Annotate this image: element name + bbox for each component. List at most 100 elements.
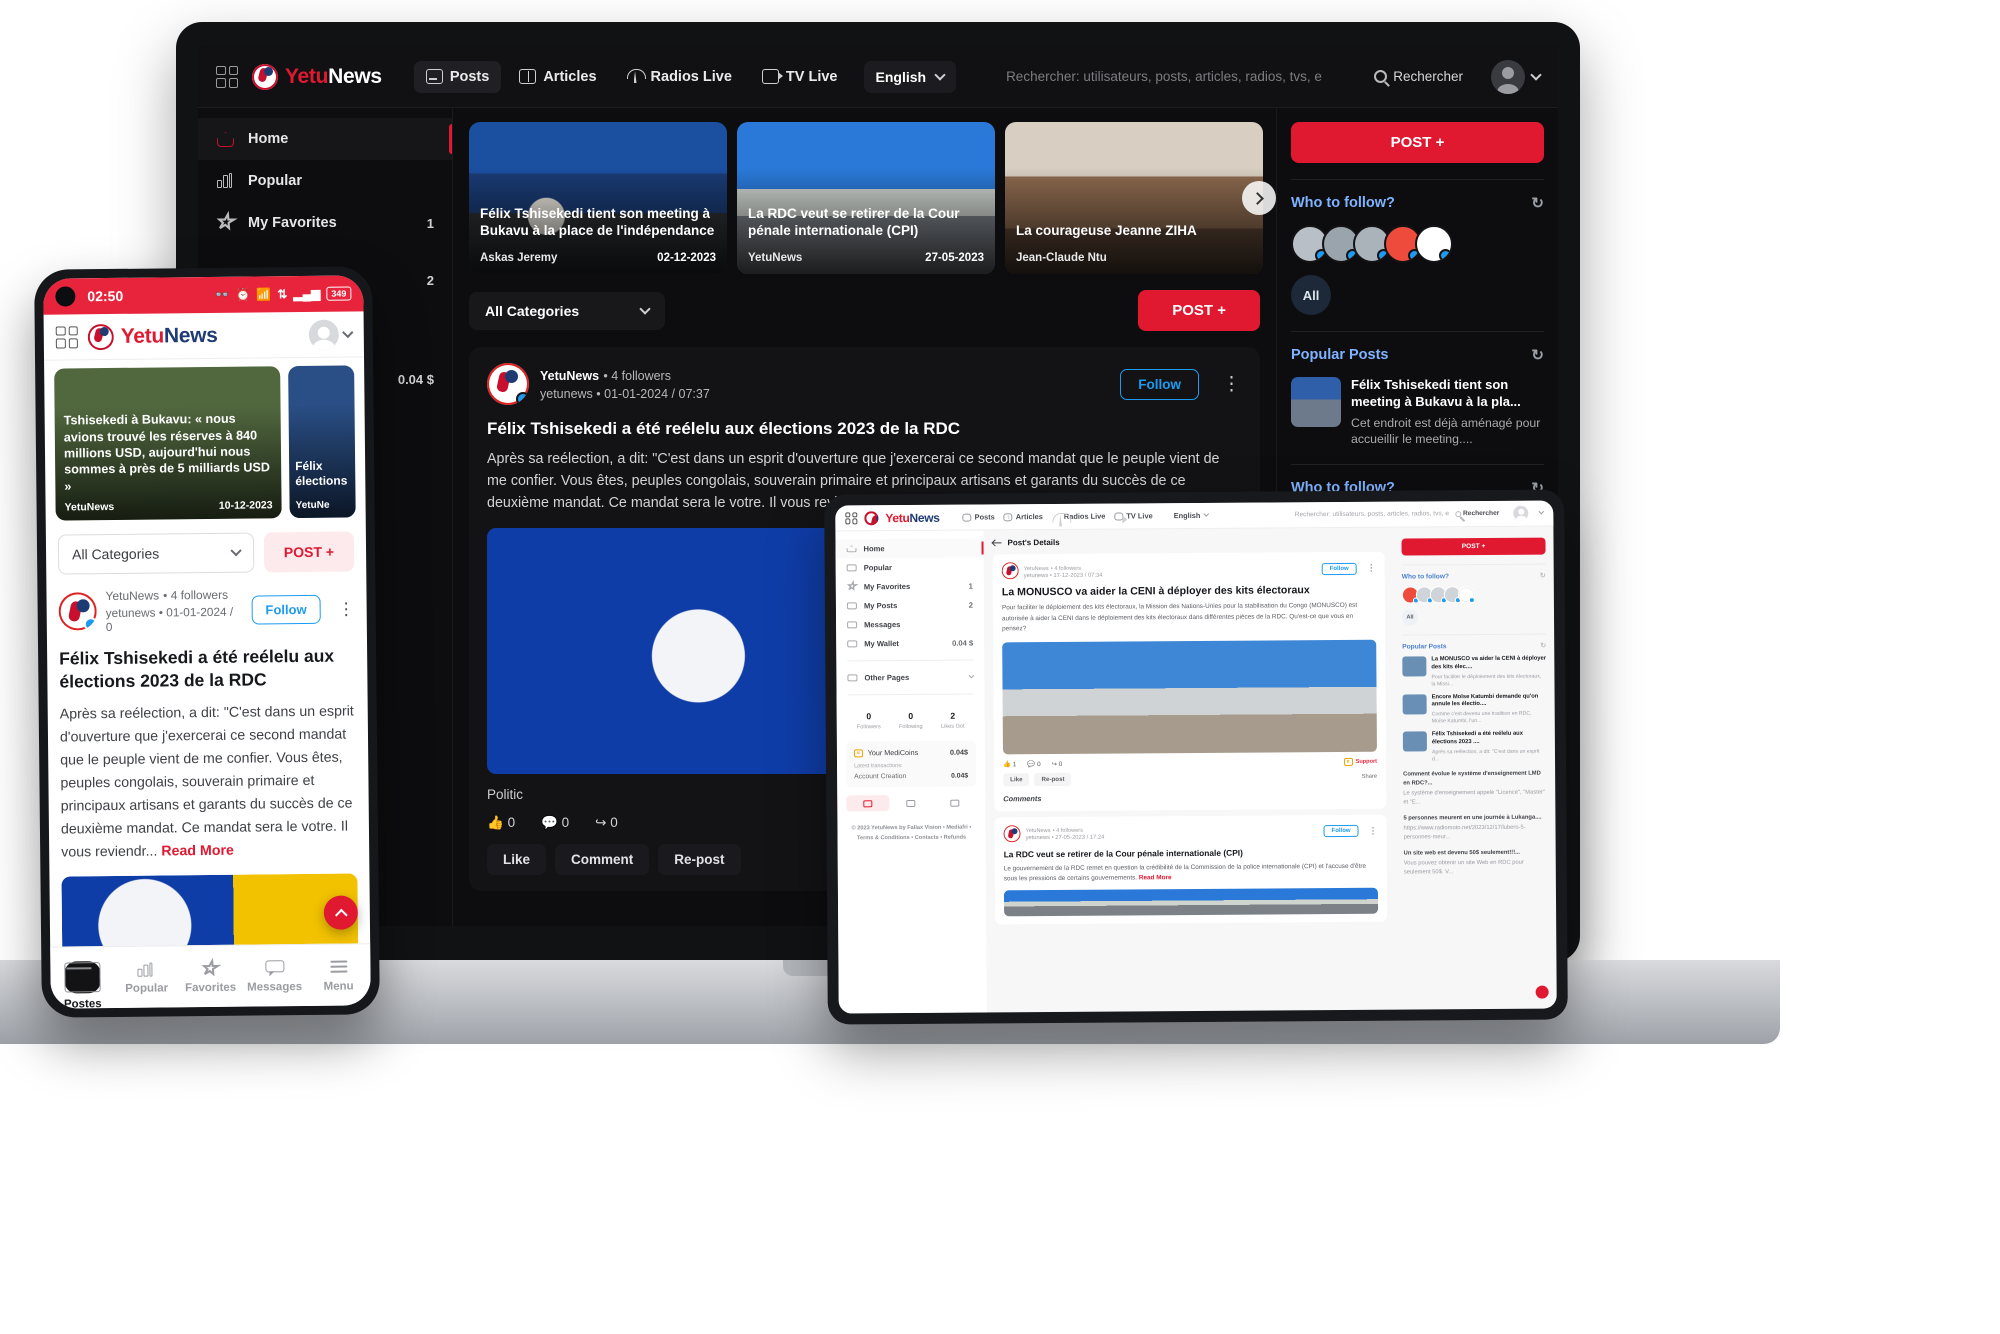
tab-postes[interactable]: Postes (50, 947, 115, 1009)
category-select[interactable]: All Categories (57, 532, 255, 575)
read-more-link[interactable]: Read More (1139, 874, 1172, 881)
avatar[interactable] (1415, 225, 1453, 263)
footer-links[interactable]: Terms & Conditions • Contacts • Refunds (847, 833, 977, 844)
like-button[interactable]: Like (1003, 772, 1030, 787)
sidebar-item-home[interactable]: Home (198, 118, 452, 160)
like-button[interactable]: Like (487, 844, 547, 876)
nav-articles[interactable]: Articles (507, 61, 608, 93)
refresh-icon[interactable]: ↻ (1531, 194, 1544, 212)
follow-button[interactable]: Follow (1321, 562, 1357, 575)
sidebar-item-other-pages[interactable]: Other Pages (836, 667, 984, 687)
post-button[interactable]: POST + (1401, 537, 1546, 556)
nav-radios-live[interactable]: Radios Live (615, 61, 744, 93)
popular-post-item[interactable]: Félix Tshisekedi a été reélelu aux élect… (1402, 731, 1547, 764)
user-menu[interactable] (1491, 59, 1542, 94)
post-more-icon[interactable]: ⋮ (1368, 825, 1377, 835)
search-bar[interactable]: Rechercher: utilisateurs, posts, article… (1295, 510, 1500, 518)
apps-grid-icon[interactable] (845, 511, 858, 524)
tab-menu[interactable]: Menu (306, 944, 371, 1006)
read-more-link[interactable]: Read More (161, 842, 234, 859)
post-more-icon[interactable]: ⋮ (1367, 563, 1376, 573)
language-selector[interactable]: English (1174, 510, 1210, 520)
sidebar-item-popular[interactable]: Popular (836, 557, 984, 577)
nav-tv-live[interactable]: TV Live (1114, 511, 1153, 520)
see-all-button[interactable]: All (1291, 275, 1331, 315)
brand-logo[interactable]: YetuNews (87, 322, 218, 350)
nav-posts[interactable]: Posts (962, 512, 995, 522)
tab-favorites[interactable]: Favorites (178, 946, 243, 1008)
popular-post-item[interactable]: Félix Tshisekedi tient son meeting à Buk… (1291, 377, 1544, 448)
hero-card[interactable]: Félix élections YetuNe (288, 365, 356, 519)
view-grid-button[interactable] (933, 795, 976, 811)
post-more-icon[interactable]: ⋮ (1222, 375, 1242, 394)
avatar[interactable] (1003, 824, 1021, 843)
post-button[interactable]: POST + (1138, 290, 1260, 331)
post-author[interactable]: YetuNews • 4 followers (540, 367, 710, 385)
nav-articles[interactable]: Articles (1003, 512, 1043, 521)
avatar[interactable] (1457, 586, 1475, 604)
avatar[interactable] (58, 592, 97, 631)
avatar[interactable] (487, 363, 529, 405)
apps-grid-icon[interactable] (55, 325, 78, 349)
refresh-icon[interactable]: ↻ (1540, 572, 1546, 580)
avatar[interactable] (1001, 562, 1019, 580)
sidebar-item-my-favorites[interactable]: My Favorites 1 (198, 202, 452, 244)
brand-logo[interactable]: YetuNews (252, 63, 382, 90)
post-button[interactable]: POST + (263, 531, 355, 573)
star-icon (847, 582, 857, 591)
support-button[interactable]: ¤ Support (1343, 757, 1377, 766)
sidebar-item-my-posts[interactable]: My Posts 2 (836, 595, 984, 615)
search-button[interactable]: Rechercher (1454, 510, 1499, 517)
popular-link-item[interactable]: Comment évolue le système d'enseignement… (1403, 770, 1547, 808)
popular-post-item[interactable]: La MONUSCO va aider la CENI à déployer d… (1402, 656, 1546, 689)
language-selector[interactable]: English (863, 60, 957, 93)
sidebar-item-home[interactable]: Home (835, 538, 984, 559)
nav-posts[interactable]: Posts (413, 60, 502, 93)
follow-button[interactable]: Follow (1323, 825, 1359, 838)
apps-grid-icon[interactable] (216, 65, 238, 88)
back-arrow-icon[interactable] (992, 539, 1001, 546)
follow-button[interactable]: Follow (251, 594, 321, 625)
nav-radios-live[interactable]: Radios Live (1052, 512, 1106, 521)
popular-link-item[interactable]: Un site web est devenu 50$ seulement!!!.… (1404, 848, 1548, 877)
post-image[interactable] (1003, 887, 1379, 917)
post-button[interactable]: POST + (1291, 122, 1544, 163)
post-author[interactable]: YetuNews • 4 followers (1025, 825, 1104, 834)
search-bar[interactable]: Rechercher: utilisateurs, posts, article… (992, 57, 1477, 96)
scroll-top-button[interactable] (323, 895, 359, 930)
sidebar-item-messages[interactable]: Messages (836, 614, 984, 634)
sidebar-item-popular[interactable]: Popular (198, 160, 452, 202)
hero-card[interactable]: Tshisekedi à Bukavu: « nous avions trouv… (54, 366, 282, 521)
comment-button[interactable]: Comment (555, 844, 650, 876)
post-author[interactable]: YetuNews • 4 followers (105, 587, 242, 604)
tab-messages[interactable]: Messages (242, 945, 307, 1007)
follow-button[interactable]: Follow (1120, 368, 1199, 400)
post-image[interactable] (1002, 639, 1377, 755)
refresh-icon[interactable]: ↻ (1531, 346, 1544, 364)
story-card[interactable]: La RDC veut se retirer de la Cour pénale… (737, 122, 995, 274)
repost-button[interactable]: Re-post (658, 844, 741, 876)
refresh-icon[interactable]: ↻ (1540, 642, 1546, 650)
post-author[interactable]: YetuNews • 4 followers (1024, 562, 1103, 571)
category-select[interactable]: All Categories (469, 291, 666, 330)
post-more-icon[interactable]: ⋮ (338, 599, 355, 618)
sidebar-item-my-wallet[interactable]: My Wallet 0.04 $ (836, 633, 984, 653)
sidebar-item-my-favorites[interactable]: My Favorites 1 (836, 576, 984, 596)
popular-link-item[interactable]: 5 personnes meurent en une journée à Luk… (1403, 813, 1547, 842)
scroll-top-button[interactable] (1535, 985, 1549, 999)
user-menu[interactable] (308, 319, 354, 350)
view-list-button[interactable] (890, 795, 933, 811)
view-card-button[interactable] (846, 795, 890, 812)
carousel-next-button[interactable] (1242, 181, 1276, 215)
popular-post-item[interactable]: Encore Moïse Katumbi demande qu'on annul… (1402, 693, 1547, 726)
search-button[interactable]: Rechercher (1374, 69, 1463, 84)
story-card[interactable]: Félix Tshisekedi tient son meeting à Buk… (469, 122, 727, 274)
nav-tv-live[interactable]: TV Live (750, 61, 850, 93)
share-button[interactable]: Share (1362, 774, 1378, 780)
tab-popular[interactable]: Popular (114, 946, 179, 1008)
avatar[interactable] (1513, 505, 1529, 521)
repost-button[interactable]: Re-post (1034, 772, 1072, 786)
see-all-button[interactable]: All (1401, 609, 1419, 626)
brand-logo[interactable]: YetuNews (864, 510, 940, 525)
story-card[interactable]: La courageuse Jeanne ZIHA Jean-Claude Nt… (1005, 122, 1263, 274)
